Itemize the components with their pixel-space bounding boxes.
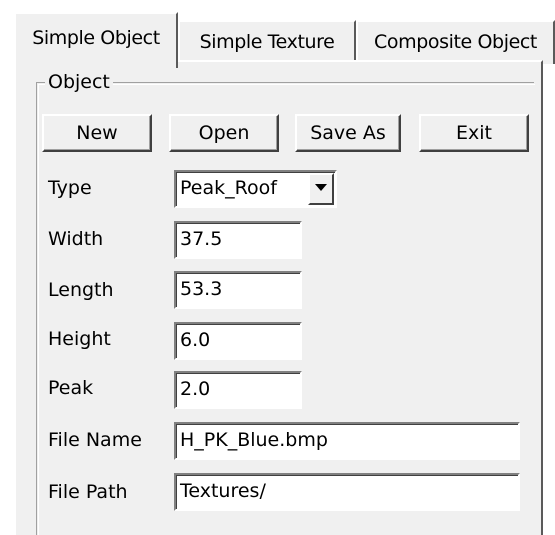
file-name-label: File Name — [48, 429, 142, 451]
tab-strip: Simple Object Simple Texture Composite O… — [14, 6, 555, 68]
length-field[interactable]: 53.3 — [174, 271, 302, 309]
height-label: Height — [48, 328, 111, 350]
open-button[interactable]: Open — [169, 114, 279, 152]
chevron-down-icon — [315, 184, 327, 191]
object-editor-window: Simple Object Simple Texture Composite O… — [0, 0, 555, 535]
type-select-value: Peak_Roof — [180, 177, 277, 199]
type-label: Type — [48, 177, 92, 199]
file-name-field[interactable]: H_PK_Blue.bmp — [174, 422, 520, 460]
tab-simple-object[interactable]: Simple Object — [14, 12, 178, 68]
tab-simple-texture[interactable]: Simple Texture — [178, 20, 356, 64]
file-path-label: File Path — [48, 481, 128, 503]
height-field[interactable]: 6.0 — [174, 322, 302, 360]
length-label: Length — [48, 279, 114, 301]
file-path-field[interactable]: Textures/ — [174, 473, 520, 511]
peak-field[interactable]: 2.0 — [174, 371, 302, 409]
exit-button[interactable]: Exit — [419, 114, 529, 152]
tab-composite-object[interactable]: Composite Object — [356, 20, 555, 64]
width-label: Width — [48, 228, 104, 250]
object-group-label: Object — [45, 70, 113, 94]
type-select[interactable]: Peak_Roof — [174, 170, 337, 208]
peak-label: Peak — [48, 377, 94, 399]
save-as-button[interactable]: Save As — [295, 114, 401, 152]
width-field[interactable]: 37.5 — [174, 221, 302, 259]
new-button[interactable]: New — [42, 114, 152, 152]
type-dropdown-button[interactable] — [308, 173, 334, 205]
